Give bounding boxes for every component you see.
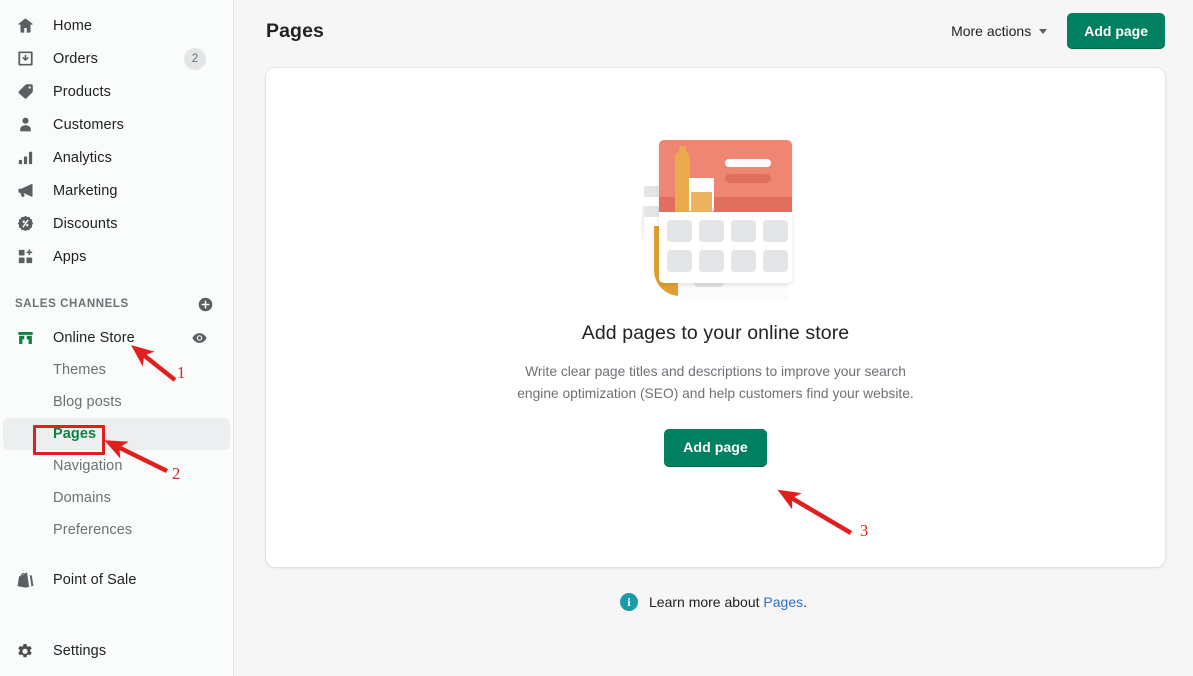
- settings-gear-icon: [15, 641, 35, 661]
- sidebar-subitem-preferences[interactable]: Preferences: [3, 514, 230, 546]
- sidebar-item-label: Point of Sale: [53, 571, 137, 588]
- customer-person-icon: [15, 115, 35, 135]
- add-page-button-empty-state[interactable]: Add page: [664, 429, 767, 467]
- learn-more-text: Learn more about Pages.: [649, 594, 807, 610]
- more-actions-label: More actions: [951, 23, 1032, 39]
- orders-inbox-icon: [15, 49, 35, 69]
- sidebar-item-label: Products: [53, 83, 112, 100]
- online-store-sub-nav: Themes Blog posts Pages Navigation Domai…: [0, 354, 233, 546]
- sidebar-subitem-themes[interactable]: Themes: [3, 354, 230, 386]
- sidebar-subitem-label: Preferences: [53, 522, 133, 538]
- sidebar-item-label: Analytics: [53, 149, 112, 166]
- sidebar-item-label: Online Store: [53, 329, 135, 346]
- sidebar-subitem-navigation[interactable]: Navigation: [3, 450, 230, 482]
- shopify-bag-icon: [15, 570, 35, 590]
- sidebar-subitem-blog-posts[interactable]: Blog posts: [3, 386, 230, 418]
- product-tag-icon: [15, 82, 35, 102]
- main-nav-list: Home Orders 2 Products Customers Analyti…: [0, 9, 233, 273]
- empty-state-description: Write clear page titles and descriptions…: [517, 364, 914, 401]
- sidebar-item-label: Orders: [53, 50, 98, 67]
- illustration-bottle: [674, 152, 690, 212]
- sidebar-item-marketing[interactable]: Marketing: [3, 174, 230, 207]
- sidebar-item-settings-wrap: Settings: [0, 634, 233, 667]
- more-actions-button[interactable]: More actions: [949, 19, 1049, 43]
- sidebar-subitem-label: Blog posts: [53, 394, 122, 410]
- sidebar-subitem-label: Pages: [53, 426, 97, 442]
- chevron-down-icon: [1039, 28, 1048, 34]
- illustration-glass-fill: [690, 192, 712, 212]
- illustration-title-bar: [724, 159, 771, 167]
- header-actions: More actions Add page: [949, 13, 1165, 49]
- sidebar-item-label: Customers: [53, 116, 124, 133]
- info-circle-icon: i: [620, 593, 638, 611]
- discount-percent-icon: [15, 214, 35, 234]
- sidebar-item-settings[interactable]: Settings: [3, 634, 230, 667]
- sidebar-subitem-label: Navigation: [53, 458, 123, 474]
- sidebar-item-label: Settings: [53, 642, 107, 659]
- sidebar-item-orders[interactable]: Orders 2: [3, 42, 230, 75]
- illustration-grid-zone: [658, 212, 792, 283]
- learn-more-prefix: Learn more about: [649, 594, 764, 610]
- learn-more-footer: i Learn more about Pages.: [234, 593, 1193, 611]
- sidebar-item-online-store[interactable]: Online Store: [3, 321, 230, 354]
- marketing-megaphone-icon: [15, 181, 35, 201]
- page-header: Pages More actions Add page: [234, 0, 1193, 62]
- sidebar-item-analytics[interactable]: Analytics: [3, 141, 230, 174]
- sidebar-subitem-label: Domains: [53, 490, 111, 506]
- page-title: Pages: [266, 19, 324, 42]
- analytics-bar-chart-icon: [15, 148, 35, 168]
- apps-grid-plus-icon: [15, 247, 35, 267]
- sidebar-item-label: Marketing: [53, 182, 118, 199]
- primary-sidebar: Home Orders 2 Products Customers Analyti…: [0, 0, 234, 676]
- pages-doc-link[interactable]: Pages: [763, 594, 803, 610]
- pages-empty-state-card: Add pages to your online store Write cle…: [266, 68, 1165, 567]
- sales-channels-heading: SALES CHANNELS: [15, 298, 129, 310]
- sidebar-item-label: Home: [53, 17, 93, 34]
- sales-channels-header: SALES CHANNELS: [3, 289, 230, 319]
- sidebar-item-label: Discounts: [53, 215, 118, 232]
- online-store-storefront-icon: [15, 328, 35, 348]
- home-icon: [15, 16, 35, 36]
- orders-count-badge: 2: [184, 47, 206, 70]
- preview-eye-icon[interactable]: [191, 329, 208, 346]
- empty-state-title: Add pages to your online store: [581, 322, 850, 344]
- pages-empty-state-illustration: [626, 130, 806, 302]
- illustration-bottle-neck: [678, 146, 686, 160]
- shopify-admin-window: Home Orders 2 Products Customers Analyti…: [0, 0, 1193, 676]
- sidebar-subitem-pages[interactable]: Pages: [3, 418, 230, 450]
- main-content-area: Pages More actions Add page Add pages to…: [234, 0, 1193, 676]
- illustration-front-card: [658, 140, 792, 283]
- learn-more-suffix: .: [803, 594, 807, 610]
- sidebar-item-customers[interactable]: Customers: [3, 108, 230, 141]
- illustration-subtitle-bar: [724, 174, 771, 183]
- sidebar-item-apps[interactable]: Apps: [3, 240, 230, 273]
- sidebar-item-discounts[interactable]: Discounts: [3, 207, 230, 240]
- add-page-button-header[interactable]: Add page: [1067, 13, 1165, 49]
- sidebar-item-products[interactable]: Products: [3, 75, 230, 108]
- sidebar-item-point-of-sale[interactable]: Point of Sale: [3, 563, 230, 596]
- sidebar-item-home[interactable]: Home: [3, 9, 230, 42]
- sidebar-item-label: Apps: [53, 248, 87, 265]
- add-channel-plus-circle-icon[interactable]: [197, 296, 214, 313]
- sidebar-item-point-of-sale-wrap: Point of Sale: [0, 563, 233, 596]
- sidebar-subitem-domains[interactable]: Domains: [3, 482, 230, 514]
- sidebar-subitem-label: Themes: [53, 362, 106, 378]
